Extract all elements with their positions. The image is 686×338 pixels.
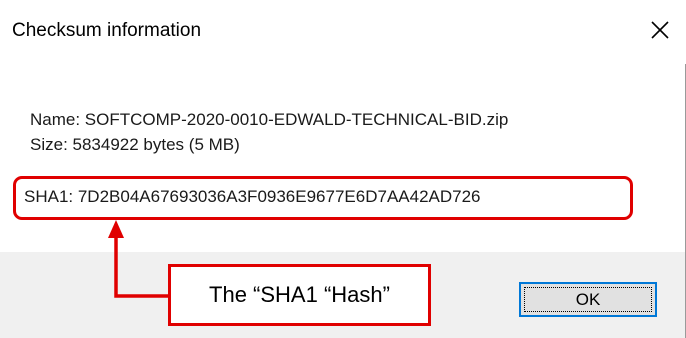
arrow-head-icon — [108, 220, 124, 238]
checksum-dialog: Checksum information Name: SOFTCOMP-2020… — [0, 0, 686, 338]
callout-text: The “SHA1 “Hash” — [209, 282, 390, 307]
callout-box: The “SHA1 “Hash” — [168, 264, 431, 326]
